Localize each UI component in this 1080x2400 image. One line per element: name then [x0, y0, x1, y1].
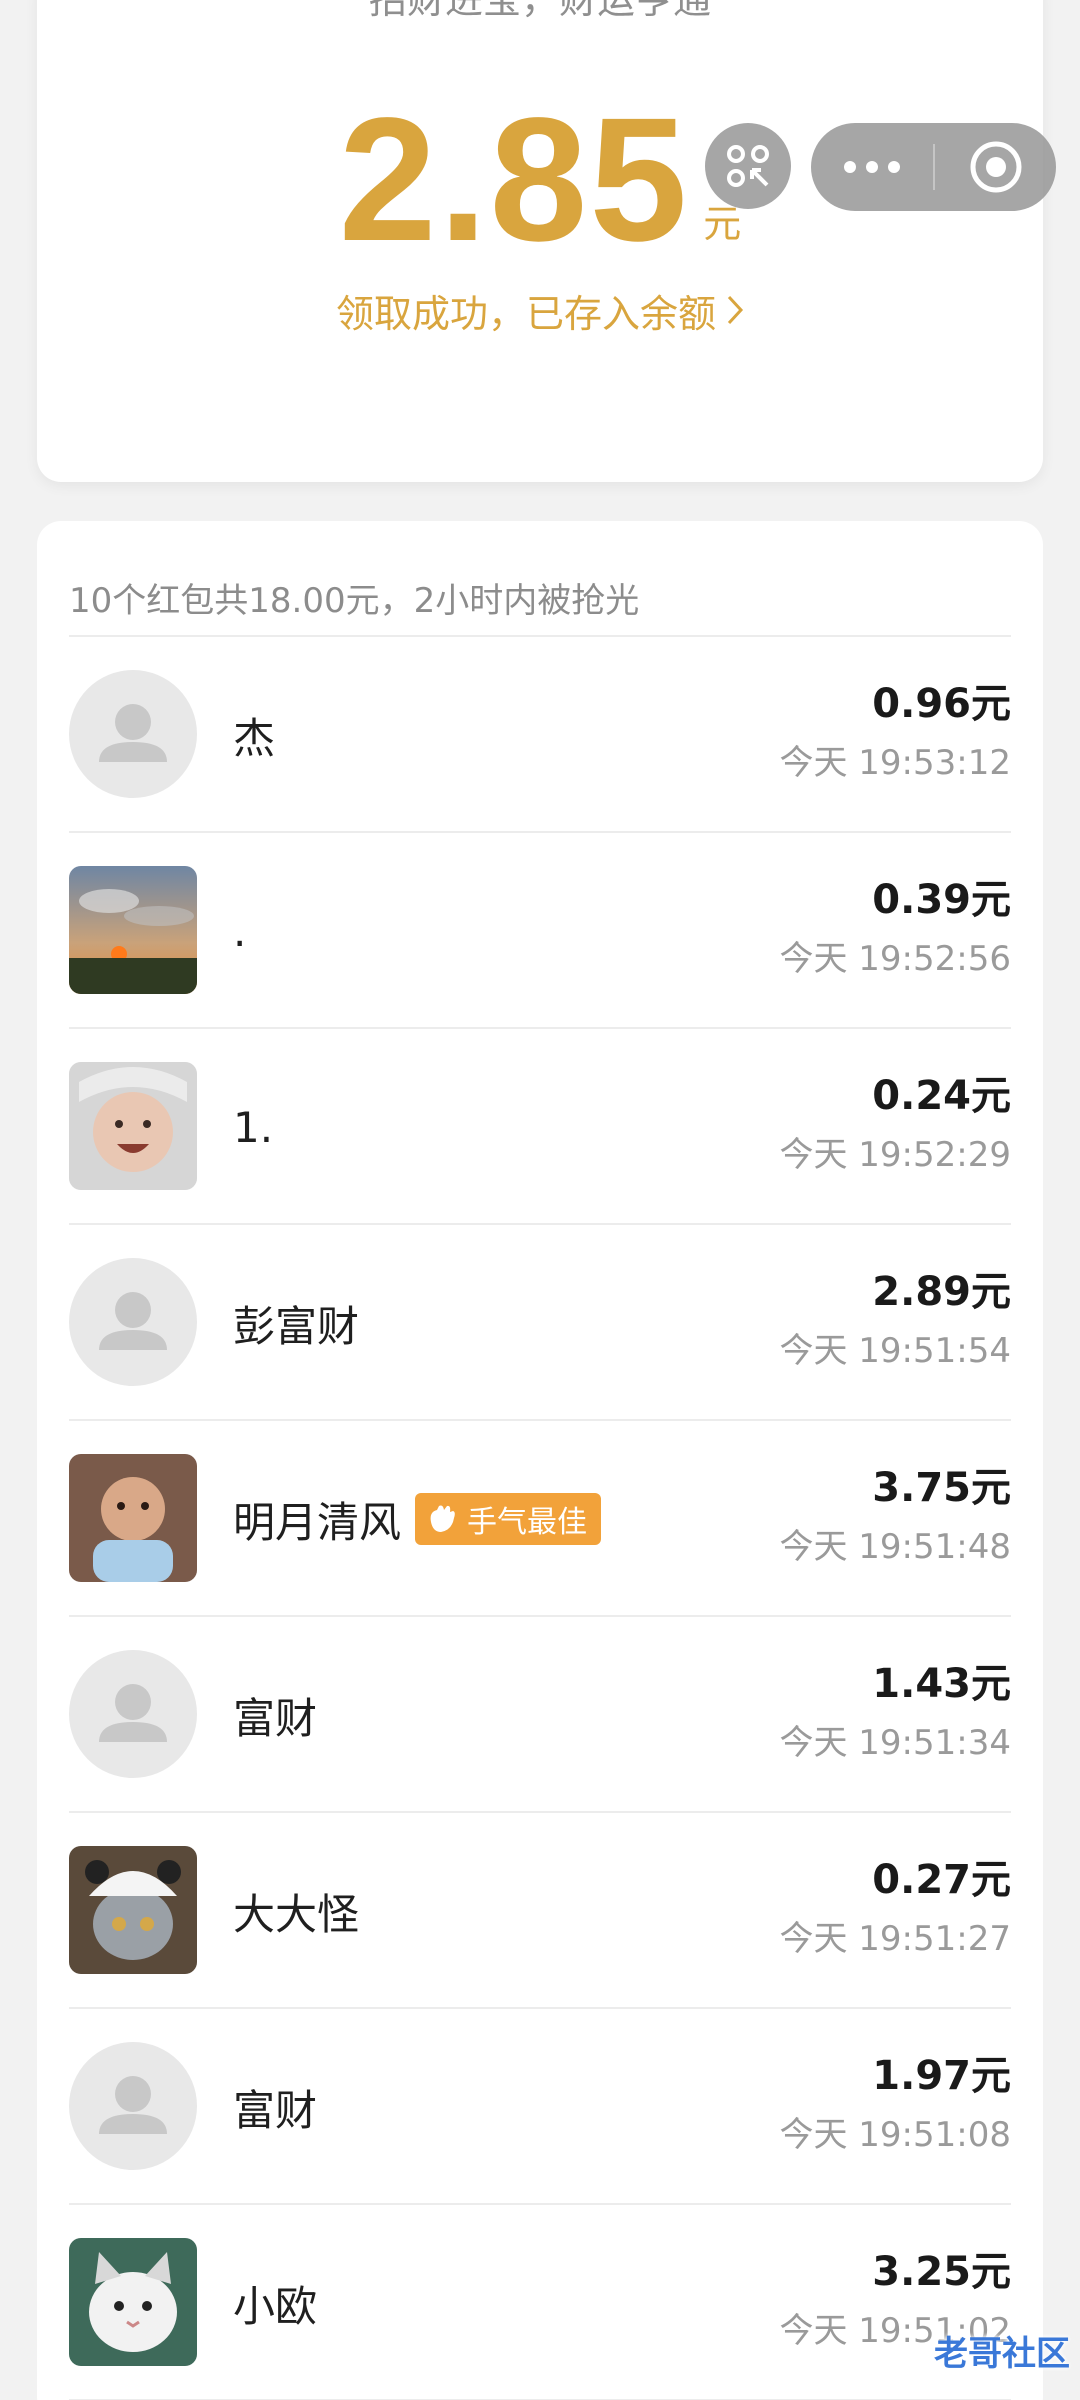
claim-time: 今天 19:51:48 [779, 1527, 1011, 1567]
claim-list: 杰 0.96元 今天 19:53:12 . 0.39元 今天 19:52:56 … [69, 637, 1011, 2400]
cat-avatar [69, 2238, 197, 2366]
claim-time: 今天 19:52:56 [779, 939, 1011, 979]
more-dots-icon[interactable] [811, 123, 933, 211]
claimer-name: 1. [233, 1102, 274, 1152]
baby-avatar [69, 1062, 197, 1190]
list-item[interactable]: 富财 1.43元 今天 19:51:34 [69, 1617, 1011, 1813]
claim-time: 今天 19:51:54 [779, 1331, 1011, 1371]
scan-icon[interactable] [705, 123, 791, 209]
claimed-amount: 3.25元 [872, 2249, 1011, 2295]
close-target-icon[interactable] [935, 123, 1056, 211]
chevron-right-icon [726, 294, 744, 326]
kid-avatar [69, 1454, 197, 1582]
claimer-name: 富财 [233, 1693, 318, 1743]
claimed-amount: 0.24元 [872, 1073, 1011, 1119]
badge-label: 手气最佳 [467, 1505, 588, 1540]
claimer-name: 明月清风 [233, 1497, 402, 1547]
claimer-name: 富财 [233, 2085, 318, 2135]
balance-link-label: 领取成功，已存入余额 [335, 291, 716, 336]
claim-time: 今天 19:51:34 [779, 1723, 1011, 1763]
balance-link[interactable]: 领取成功，已存入余额 [37, 280, 1043, 340]
claim-time: 今天 19:51:08 [779, 2115, 1011, 2155]
hand-icon [425, 1502, 459, 1536]
claimed-amount: 3.75元 [872, 1465, 1011, 1511]
list-item[interactable]: 明月清风 手气最佳 3.75元 今天 19:51:48 [69, 1421, 1011, 1617]
list-item[interactable]: 彭富财 2.89元 今天 19:51:54 [69, 1225, 1011, 1421]
sunset-avatar [69, 866, 197, 994]
list-item[interactable]: 富财 1.97元 今天 19:51:08 [69, 2009, 1011, 2205]
received-amount: 2.85 [338, 82, 690, 278]
list-item[interactable]: 杰 0.96元 今天 19:53:12 [69, 637, 1011, 833]
panda-cat-avatar [69, 1846, 197, 1974]
claimed-amount: 1.43元 [872, 1661, 1011, 1707]
claimed-amount: 1.97元 [872, 2053, 1011, 2099]
claimed-amount: 0.27元 [872, 1857, 1011, 1903]
default-avatar-icon [69, 2042, 197, 2170]
default-avatar-icon [69, 1650, 197, 1778]
mini-program-capsule [811, 123, 1056, 211]
default-avatar-icon [69, 670, 197, 798]
claimed-amount: 0.39元 [872, 877, 1011, 923]
red-packet-detail-page: 招财进宝，财运亨通 2.85 元 领取成功，已存入余额 10个红包共18.00元… [0, 0, 1080, 2400]
claimer-name: 杰 [233, 713, 276, 763]
claim-time: 今天 19:53:12 [779, 743, 1011, 783]
list-item[interactable]: . 0.39元 今天 19:52:56 [69, 833, 1011, 1029]
list-item[interactable]: 大大怪 0.27元 今天 19:51:27 [69, 1813, 1011, 2009]
claim-time: 今天 19:51:27 [779, 1919, 1011, 1959]
best-luck-badge: 手气最佳 [415, 1493, 602, 1545]
list-item[interactable]: 1. 0.24元 今天 19:52:29 [69, 1029, 1011, 1225]
claimer-name: . [233, 906, 247, 956]
claimer-name: 小欧 [233, 2281, 318, 2331]
claimer-name: 大大怪 [233, 1889, 360, 1939]
site-watermark: 老哥社区 [934, 2333, 1070, 2374]
claimed-amount: 0.96元 [872, 681, 1011, 727]
default-avatar-icon [69, 1258, 197, 1386]
claim-list-card: 10个红包共18.00元，2小时内被抢光 杰 0.96元 今天 19:53:12 [37, 521, 1043, 2400]
claim-time: 今天 19:52:29 [779, 1135, 1011, 1175]
claimer-name: 彭富财 [233, 1301, 360, 1351]
greeting-text: 招财进宝，财运亨通 [368, 0, 711, 22]
received-amount-card: 招财进宝，财运亨通 2.85 元 领取成功，已存入余额 [37, 0, 1043, 482]
claimed-amount: 2.89元 [872, 1269, 1011, 1315]
